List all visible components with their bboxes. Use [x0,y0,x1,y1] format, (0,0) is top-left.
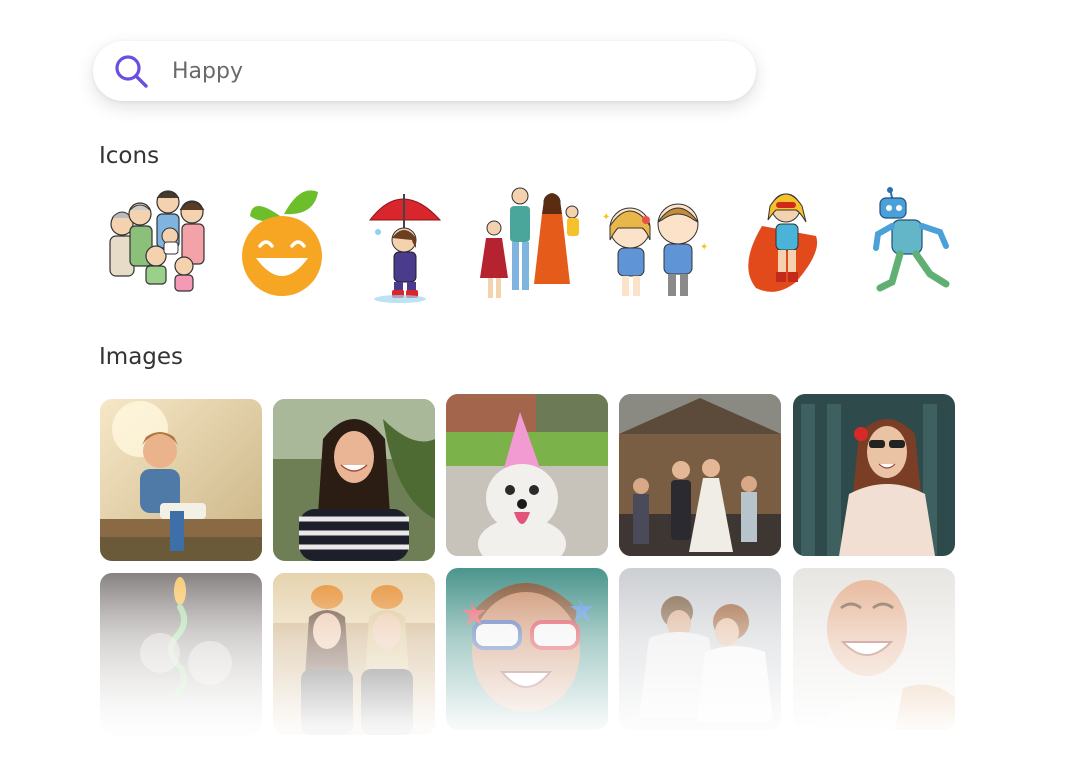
smiling-man-image[interactable] [793,568,955,730]
couple-embrace-image[interactable] [619,568,781,730]
search-bar[interactable] [93,41,756,101]
two-kids-icon[interactable]: ✦ ✦ [600,186,710,304]
images-section-title: Images [99,344,184,370]
svg-text:✦: ✦ [602,212,610,223]
superhero-girl-icon[interactable] [742,186,832,304]
girl-umbrella-icon[interactable] [364,186,444,304]
icons-row: ✦ ✦ [100,186,960,304]
party-dog-image[interactable] [446,394,608,556]
wedding-couple-image[interactable] [619,394,781,556]
robot-icon[interactable] [872,186,958,304]
laughing-boy-image[interactable] [100,399,262,561]
search-icon[interactable] [112,52,150,90]
woman-sunglasses-image[interactable] [793,394,955,556]
images-grid [100,394,960,764]
search-input[interactable] [172,51,692,91]
svg-text:✦: ✦ [700,242,708,253]
kid-glasses-image[interactable] [446,568,608,730]
family-parents-icon[interactable] [472,186,592,304]
smiling-woman-image[interactable] [273,399,435,561]
icons-section-title: Icons [99,143,160,169]
birthday-candle-image[interactable] [100,573,262,735]
happy-orange-icon[interactable] [238,186,328,298]
pumpkin-friends-image[interactable] [273,573,435,735]
family-group-icon[interactable] [100,186,212,298]
